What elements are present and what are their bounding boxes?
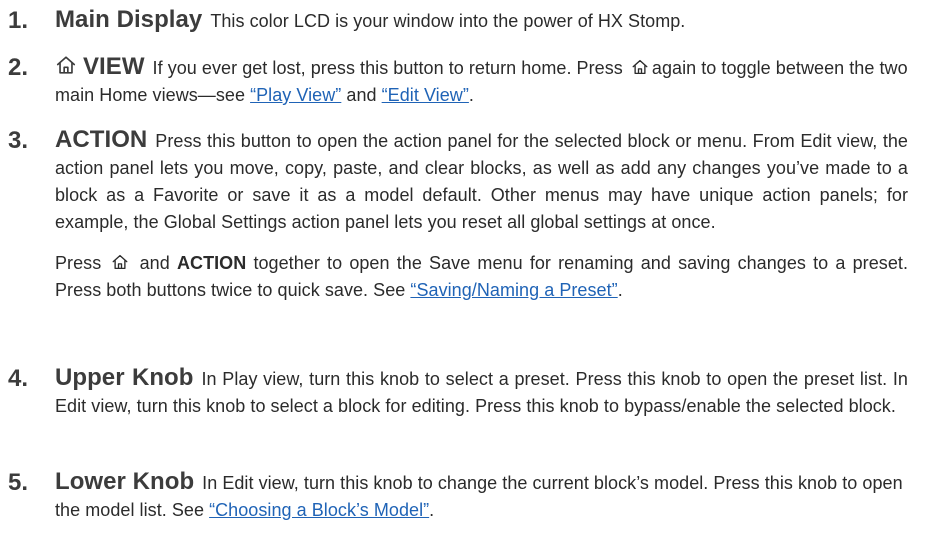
home-icon <box>55 54 77 76</box>
link-play-view[interactable]: “Play View” <box>250 85 341 105</box>
item-text: and <box>139 253 170 273</box>
link-choosing-model[interactable]: “Choosing a Block’s Model” <box>209 500 429 520</box>
item-text: . <box>468 85 474 105</box>
link-saving-naming-preset[interactable]: “Saving/Naming a Preset” <box>410 280 617 300</box>
item-number: 1. <box>8 7 29 34</box>
home-icon <box>631 58 649 76</box>
link-edit-view[interactable]: “Edit View” <box>382 85 469 105</box>
item-text: and <box>346 85 377 105</box>
item-text: If you ever get lost, press this button … <box>152 58 623 78</box>
item-number: 2. <box>8 54 29 81</box>
item-term: Main Display <box>55 6 203 33</box>
item-text: This color LCD is your window into the p… <box>210 11 686 31</box>
manual-page: 1. Main Display This color LCD is your wi… <box>0 0 925 550</box>
item-term: Lower Knob <box>55 468 195 495</box>
item-text: . <box>429 500 435 520</box>
item-term: VIEW <box>83 53 145 80</box>
item-term: Upper Knob <box>55 364 194 391</box>
item-number: 4. <box>8 365 29 392</box>
item-term: ACTION <box>55 126 148 153</box>
action-label: ACTION <box>176 253 247 273</box>
home-icon <box>111 253 129 271</box>
item-text: Press <box>55 253 102 273</box>
item-number: 5. <box>8 469 29 496</box>
item-text: Press this button to open the action pan… <box>55 131 908 232</box>
item-number: 3. <box>8 127 29 154</box>
item-text: . <box>617 280 623 300</box>
